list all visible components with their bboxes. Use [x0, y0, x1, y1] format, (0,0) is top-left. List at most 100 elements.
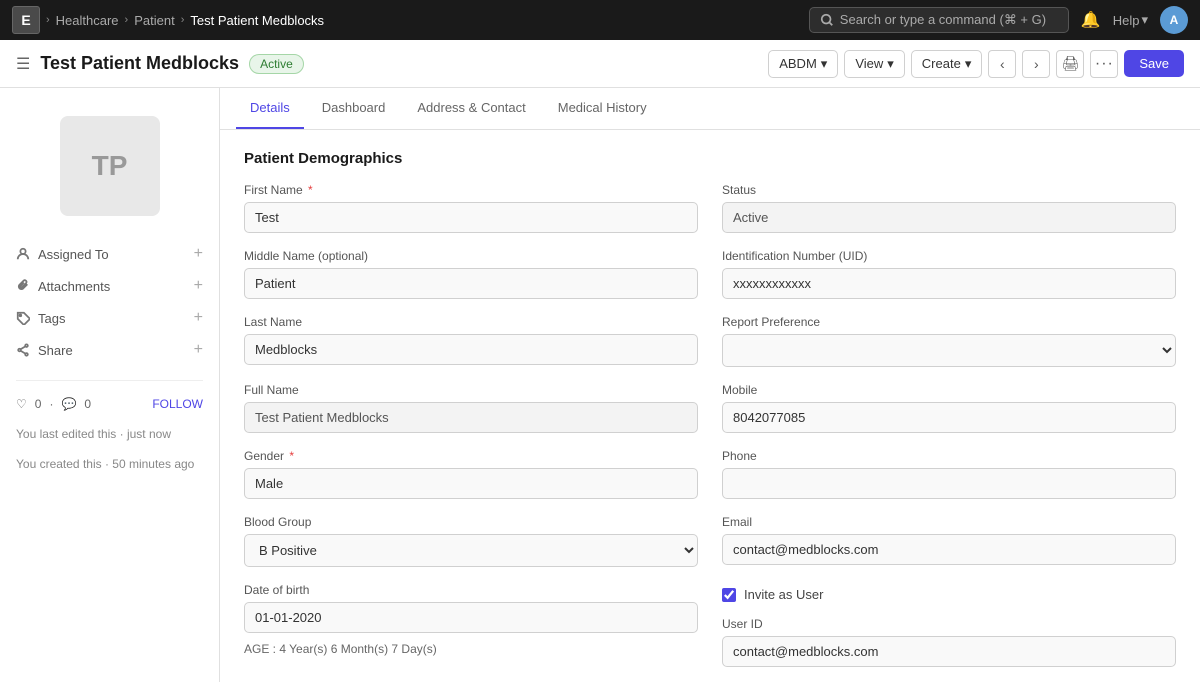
content-area: Details Dashboard Address & Contact Medi… — [220, 88, 1200, 682]
last-name-label: Last Name — [244, 315, 698, 329]
search-bar[interactable]: Search or type a command (⌘ + G) — [809, 7, 1069, 33]
middle-name-input[interactable] — [244, 268, 698, 299]
invite-user-group: Invite as User User ID — [722, 583, 1176, 667]
print-button[interactable]: 🖨 — [1056, 50, 1084, 78]
top-navigation: E › Healthcare › Patient › Test Patient … — [0, 0, 1200, 40]
chevron-down-icon: ▾ — [821, 56, 828, 72]
last-edited-text: You last edited this · just now — [0, 419, 219, 449]
email-label: Email — [722, 515, 1176, 529]
blood-group-label: Blood Group — [244, 515, 698, 529]
patient-demographics-section: Patient Demographics First Name * Status — [220, 130, 1200, 682]
header-right: ABDM ▾ View ▾ Create ▾ ‹ › 🖨 ··· Save — [768, 50, 1184, 78]
tab-details[interactable]: Details — [236, 88, 304, 129]
last-name-group: Last Name — [244, 315, 698, 367]
uid-input[interactable] — [722, 268, 1176, 299]
search-placeholder: Search or type a command (⌘ + G) — [840, 12, 1046, 28]
sidebar-item-assigned-to[interactable]: Assigned To + — [16, 238, 203, 270]
breadcrumb-healthcare[interactable]: Healthcare — [56, 13, 119, 28]
sidebar-item-label: Assigned To — [38, 247, 109, 262]
mobile-input[interactable] — [722, 402, 1176, 433]
sidebar: TP Assigned To + Attachments + — [0, 88, 220, 682]
tab-medical-history[interactable]: Medical History — [544, 88, 661, 129]
view-button[interactable]: View ▾ — [844, 50, 904, 78]
sidebar-item-label: Attachments — [38, 279, 110, 294]
breadcrumb-sep-3: › — [181, 14, 185, 26]
nav-next-button[interactable]: › — [1022, 50, 1050, 78]
sidebar-item-tags[interactable]: Tags + — [16, 302, 203, 334]
age-text: AGE : 4 Year(s) 6 Month(s) 7 Day(s) — [244, 642, 698, 656]
abdm-button[interactable]: ABDM ▾ — [768, 50, 838, 78]
gender-input[interactable] — [244, 468, 698, 499]
blood-group-select[interactable]: B Positive A Positive O Positive AB Posi… — [244, 534, 698, 567]
patient-avatar-section: TP — [0, 104, 219, 232]
search-icon — [820, 13, 834, 27]
add-share-button[interactable]: + — [194, 341, 203, 359]
tag-icon — [16, 311, 30, 325]
notification-icon[interactable]: 🔔 — [1081, 10, 1101, 30]
save-button[interactable]: Save — [1124, 50, 1184, 77]
chevron-down-icon: ▾ — [887, 56, 894, 72]
dob-group: Date of birth AGE : 4 Year(s) 6 Month(s)… — [244, 583, 698, 667]
like-icon[interactable]: ♡ — [16, 397, 27, 411]
user-id-label: User ID — [722, 617, 1176, 631]
full-name-label: Full Name — [244, 383, 698, 397]
full-name-group: Full Name — [244, 383, 698, 433]
tab-dashboard[interactable]: Dashboard — [308, 88, 400, 129]
app-logo[interactable]: E — [12, 6, 40, 34]
hamburger-icon[interactable]: ☰ — [16, 54, 30, 74]
user-id-input[interactable] — [722, 636, 1176, 667]
sidebar-item-share[interactable]: Share + — [16, 334, 203, 366]
breadcrumb-current: Test Patient Medblocks — [190, 13, 324, 28]
dob-input[interactable] — [244, 602, 698, 633]
breadcrumb-section: E › Healthcare › Patient › Test Patient … — [12, 6, 324, 34]
gender-group: Gender * — [244, 449, 698, 499]
topnav-right: Search or type a command (⌘ + G) 🔔 Help … — [809, 6, 1188, 34]
report-pref-select[interactable]: Email Print — [722, 334, 1176, 367]
tabs-bar: Details Dashboard Address & Contact Medi… — [220, 88, 1200, 130]
first-name-input[interactable] — [244, 202, 698, 233]
help-button[interactable]: Help ▾ — [1113, 12, 1148, 28]
create-button[interactable]: Create ▾ — [911, 50, 983, 78]
sidebar-item-attachments[interactable]: Attachments + — [16, 270, 203, 302]
paperclip-icon — [16, 279, 30, 293]
email-input[interactable] — [722, 534, 1176, 565]
tab-address-contact[interactable]: Address & Contact — [403, 88, 539, 129]
invite-checkbox[interactable] — [722, 588, 736, 602]
last-name-input[interactable] — [244, 334, 698, 365]
patient-avatar: TP — [60, 116, 160, 216]
sidebar-divider — [16, 380, 203, 381]
first-name-label: First Name * — [244, 183, 698, 197]
add-assigned-button[interactable]: + — [194, 245, 203, 263]
add-attachment-button[interactable]: + — [194, 277, 203, 295]
mobile-label: Mobile — [722, 383, 1176, 397]
status-input[interactable] — [722, 202, 1176, 233]
nav-prev-button[interactable]: ‹ — [988, 50, 1016, 78]
sidebar-items-section: Assigned To + Attachments + Tags + — [0, 232, 219, 372]
person-icon — [16, 247, 30, 261]
phone-group: Phone — [722, 449, 1176, 499]
invite-label[interactable]: Invite as User — [744, 587, 823, 602]
engagement-section: ♡ 0 · 💬 0 FOLLOW — [0, 389, 219, 419]
header-left: ☰ Test Patient Medblocks Active — [16, 53, 304, 74]
comment-icon[interactable]: 💬 — [61, 397, 76, 411]
main-layout: TP Assigned To + Attachments + — [0, 88, 1200, 682]
mobile-group: Mobile — [722, 383, 1176, 433]
full-name-input[interactable] — [244, 402, 698, 433]
middle-name-label: Middle Name (optional) — [244, 249, 698, 263]
more-options-button[interactable]: ··· — [1090, 50, 1118, 78]
report-pref-label: Report Preference — [722, 315, 1176, 329]
demographics-title: Patient Demographics — [244, 150, 1176, 167]
avatar[interactable]: A — [1160, 6, 1188, 34]
dob-label: Date of birth — [244, 583, 698, 597]
first-name-group: First Name * — [244, 183, 698, 233]
status-group: Status — [722, 183, 1176, 233]
sidebar-item-label: Share — [38, 343, 73, 358]
add-tag-button[interactable]: + — [194, 309, 203, 327]
status-label: Status — [722, 183, 1176, 197]
breadcrumb-patient[interactable]: Patient — [134, 13, 174, 28]
created-text: You created this · 50 minutes ago — [0, 449, 219, 479]
sidebar-item-label: Tags — [38, 311, 65, 326]
follow-button[interactable]: FOLLOW — [152, 397, 203, 411]
phone-input[interactable] — [722, 468, 1176, 499]
gender-label: Gender * — [244, 449, 698, 463]
